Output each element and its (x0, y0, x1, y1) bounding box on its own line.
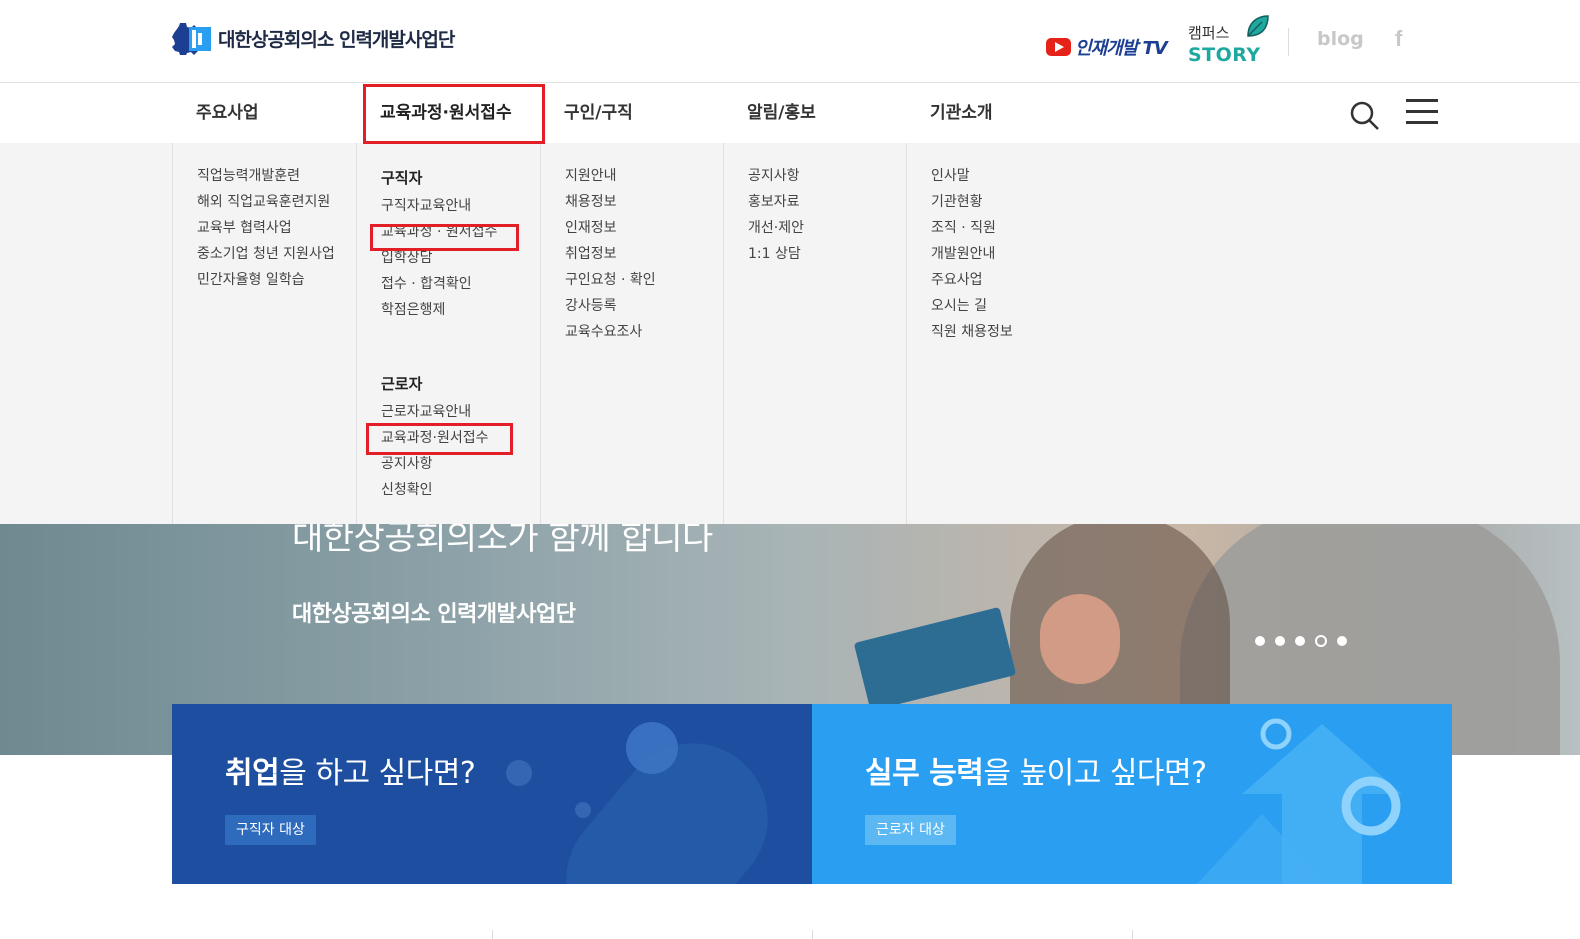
gnb-item-about[interactable]: 기관소개 (906, 84, 993, 143)
menu-link[interactable]: 교육수요조사 (565, 319, 723, 345)
hero-title: 대한상공회의소가 함께 합니다 (292, 524, 713, 558)
mega-col-notice: 공지사항 홍보자료 개선·제안 1:1 상담 (723, 143, 906, 524)
menu-link[interactable]: 인사말 (931, 163, 1580, 189)
highlight-box-worker (366, 423, 513, 455)
header-divider (1288, 28, 1289, 56)
menu-link[interactable]: 접수 · 합격확인 (381, 271, 540, 297)
menu-link[interactable]: 채용정보 (565, 189, 723, 215)
jobseeker-button[interactable]: 구직자 대상 (225, 815, 316, 845)
gnb-item-business[interactable]: 주요사업 (172, 84, 259, 143)
highlight-box-gnb (363, 84, 545, 144)
menu-link[interactable]: 기관현황 (931, 189, 1580, 215)
worker-banner-title: 실무 능력을 높이고 싶다면? (865, 748, 1207, 792)
hero-photo-hands (1040, 594, 1120, 684)
hero-photo-card (853, 606, 1017, 712)
menu-link[interactable]: 인재정보 (565, 215, 723, 241)
menu-link[interactable]: 신청확인 (381, 477, 540, 503)
menu-link[interactable]: 강사등록 (565, 293, 723, 319)
mega-col-recruit: 지원안내 채용정보 인재정보 취업정보 구인요청 · 확인 강사등록 교육수요조… (540, 143, 723, 524)
tv-label: 인재개발 TV (1075, 38, 1168, 59)
menu-link[interactable]: 직업능력개발훈련 (197, 163, 356, 189)
menu-link[interactable]: 해외 직업교육훈련지원 (197, 189, 356, 215)
menu-link[interactable]: 학점은행제 (381, 297, 540, 323)
mega-col-education: 구직자 구직자교육안내 교육과정 · 원서접수 입학상담 접수 · 합격확인 학… (356, 143, 540, 524)
campus-story-link[interactable]: 캠퍼스 STORY (1188, 14, 1269, 70)
menu-link[interactable]: 구직자교육안내 (381, 193, 540, 219)
menu-link[interactable]: 취업정보 (565, 241, 723, 267)
jobseeker-banner[interactable]: 취업을 하고 싶다면? 구직자 대상 (172, 704, 812, 884)
banner-title-rest: 을 하고 싶다면? (279, 756, 476, 791)
menu-link[interactable]: 구인요청 · 확인 (565, 267, 723, 293)
worker-banner[interactable]: 실무 능력을 높이고 싶다면? 근로자 대상 (812, 704, 1452, 884)
search-icon[interactable] (1350, 101, 1380, 131)
slider-dot[interactable] (1275, 636, 1285, 646)
menu-link[interactable]: 직원 채용정보 (931, 319, 1580, 345)
menu-link[interactable]: 개발원안내 (931, 241, 1580, 267)
menu-link[interactable]: 개선·제안 (748, 215, 906, 241)
section-divider (812, 930, 813, 939)
menu-link[interactable]: 민간자율형 일학습 (197, 267, 356, 293)
tv-link[interactable]: 인재개발 TV (1046, 34, 1168, 60)
menu-link[interactable]: 조직 · 직원 (931, 215, 1580, 241)
worker-button[interactable]: 근로자 대상 (865, 815, 956, 845)
menu-link[interactable]: 중소기업 청년 지원사업 (197, 241, 356, 267)
slider-dot[interactable] (1295, 636, 1305, 646)
menu-link[interactable]: 1:1 상담 (748, 241, 906, 267)
campus-story-label: STORY (1188, 44, 1261, 66)
menu-link[interactable]: 오시는 길 (931, 293, 1580, 319)
menu-link[interactable]: 주요사업 (931, 267, 1580, 293)
top-header: 대한상공회의소 인력개발사업단 인재개발 TV 캠퍼스 STORY blog f (0, 0, 1580, 83)
menu-link[interactable]: 근로자교육안내 (381, 399, 540, 425)
section-divider (1132, 930, 1133, 939)
worker-title: 근로자 (381, 375, 423, 393)
logo-text: 대한상공회의소 인력개발사업단 (218, 28, 455, 51)
hero-subtitle: 대한상공회의소 인력개발사업단 (292, 602, 576, 627)
section-divider (492, 930, 493, 939)
menu-link[interactable]: 공지사항 (748, 163, 906, 189)
hamburger-menu-icon[interactable] (1406, 99, 1438, 125)
slider-dot[interactable] (1337, 636, 1347, 646)
blog-link[interactable]: blog (1317, 28, 1364, 50)
mega-menu: 직업능력개발훈련 해외 직업교육훈련지원 교육부 협력사업 중소기업 청년 지원… (0, 143, 1580, 524)
mega-col-about: 인사말 기관현황 조직 · 직원 개발원안내 주요사업 오시는 길 직원 채용정… (906, 143, 1580, 524)
campus-label: 캠퍼스 (1188, 24, 1230, 42)
jobseeker-banner-title: 취업을 하고 싶다면? (225, 748, 476, 792)
banner-title-rest: 을 높이고 싶다면? (983, 756, 1207, 791)
banner-title-bold: 실무 능력 (865, 756, 984, 791)
main-navigation: 주요사업 교육과정·원서접수 구인/구직 알림/홍보 기관소개 (0, 84, 1580, 143)
banner-title-bold: 취업 (225, 756, 280, 791)
highlight-box-jobseeker (370, 224, 519, 251)
mega-col-business: 직업능력개발훈련 해외 직업교육훈련지원 교육부 협력사업 중소기업 청년 지원… (172, 143, 356, 524)
slider-dots (1255, 635, 1357, 647)
facebook-icon[interactable]: f (1395, 26, 1402, 52)
youtube-icon (1046, 38, 1071, 56)
logo-gear-icon (172, 23, 211, 55)
gnb-item-recruit[interactable]: 구인/구직 (540, 84, 633, 143)
slider-dot-active[interactable] (1315, 635, 1327, 647)
leaf-icon (1247, 15, 1269, 37)
menu-link[interactable]: 홍보자료 (748, 189, 906, 215)
menu-link[interactable]: 교육부 협력사업 (197, 215, 356, 241)
banner-decoration (1197, 718, 1402, 884)
gnb-item-notice[interactable]: 알림/홍보 (723, 84, 816, 143)
menu-link[interactable]: 지원안내 (565, 163, 723, 189)
jobseeker-title: 구직자 (381, 169, 423, 187)
site-logo[interactable]: 대한상공회의소 인력개발사업단 (172, 21, 455, 55)
banner-decoration (506, 722, 768, 884)
slider-dot[interactable] (1255, 636, 1265, 646)
